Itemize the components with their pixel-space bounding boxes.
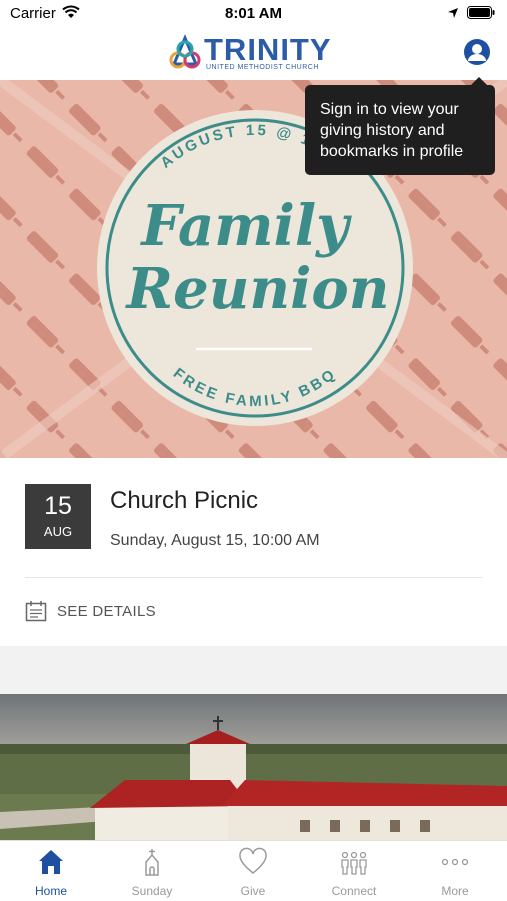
banner-title-line2: Reunion (125, 256, 390, 322)
church-photo-card[interactable] (0, 694, 507, 840)
see-details-button[interactable]: SEE DETAILS (25, 600, 156, 622)
heart-icon (239, 847, 267, 874)
see-details-label: SEE DETAILS (57, 602, 156, 620)
location-arrow-icon (447, 6, 459, 24)
tab-give[interactable]: Give (203, 841, 303, 901)
event-datetime: Sunday, August 15, 10:00 AM (110, 532, 320, 549)
tab-home[interactable]: Home (1, 841, 101, 901)
date-day: 15 (44, 492, 72, 520)
calendar-icon (25, 601, 47, 622)
church-icon (145, 849, 159, 876)
date-badge: 15 AUG (25, 484, 91, 549)
people-icon (341, 851, 367, 875)
event-card[interactable]: 15 AUG Church Picnic Sunday, August 15, … (0, 458, 507, 646)
date-month: AUG (43, 524, 73, 539)
status-time: 8:01 AM (225, 5, 282, 22)
profile-button[interactable] (463, 38, 491, 66)
church-photo (0, 694, 507, 840)
logo-subtitle: UNITED METHODIST CHURCH (206, 64, 319, 71)
tab-give-label: Give (240, 884, 266, 898)
card-divider (25, 577, 482, 578)
user-icon (464, 39, 490, 65)
tab-home-label: Home (34, 884, 67, 898)
sign-in-tooltip[interactable]: Sign in to view your giving history and … (305, 77, 495, 175)
more-icon (441, 858, 469, 866)
battery-icon (467, 6, 495, 24)
church-logo: TRINITY UNITED METHODIST CHURCH (166, 32, 341, 74)
trinity-knot-icon (169, 34, 201, 69)
app-header: TRINITY UNITED METHODIST CHURCH (0, 28, 507, 80)
tab-sunday[interactable]: Sunday (102, 841, 202, 901)
tab-connect[interactable]: Connect (304, 841, 404, 901)
bottom-tab-bar: Home Sunday Give Connect More (0, 840, 507, 901)
banner-title-line1: Family (139, 193, 352, 259)
tab-sunday-label: Sunday (131, 884, 173, 898)
event-title: Church Picnic (110, 487, 259, 514)
status-bar: Carrier 8:01 AM (0, 0, 507, 28)
tab-more[interactable]: More (405, 841, 505, 901)
tab-connect-label: Connect (331, 884, 377, 898)
logo-wordmark: TRINITY (204, 32, 332, 67)
tooltip-text: Sign in to view your giving history and … (320, 101, 464, 160)
home-icon (39, 850, 63, 874)
tab-more-label: More (441, 884, 469, 898)
